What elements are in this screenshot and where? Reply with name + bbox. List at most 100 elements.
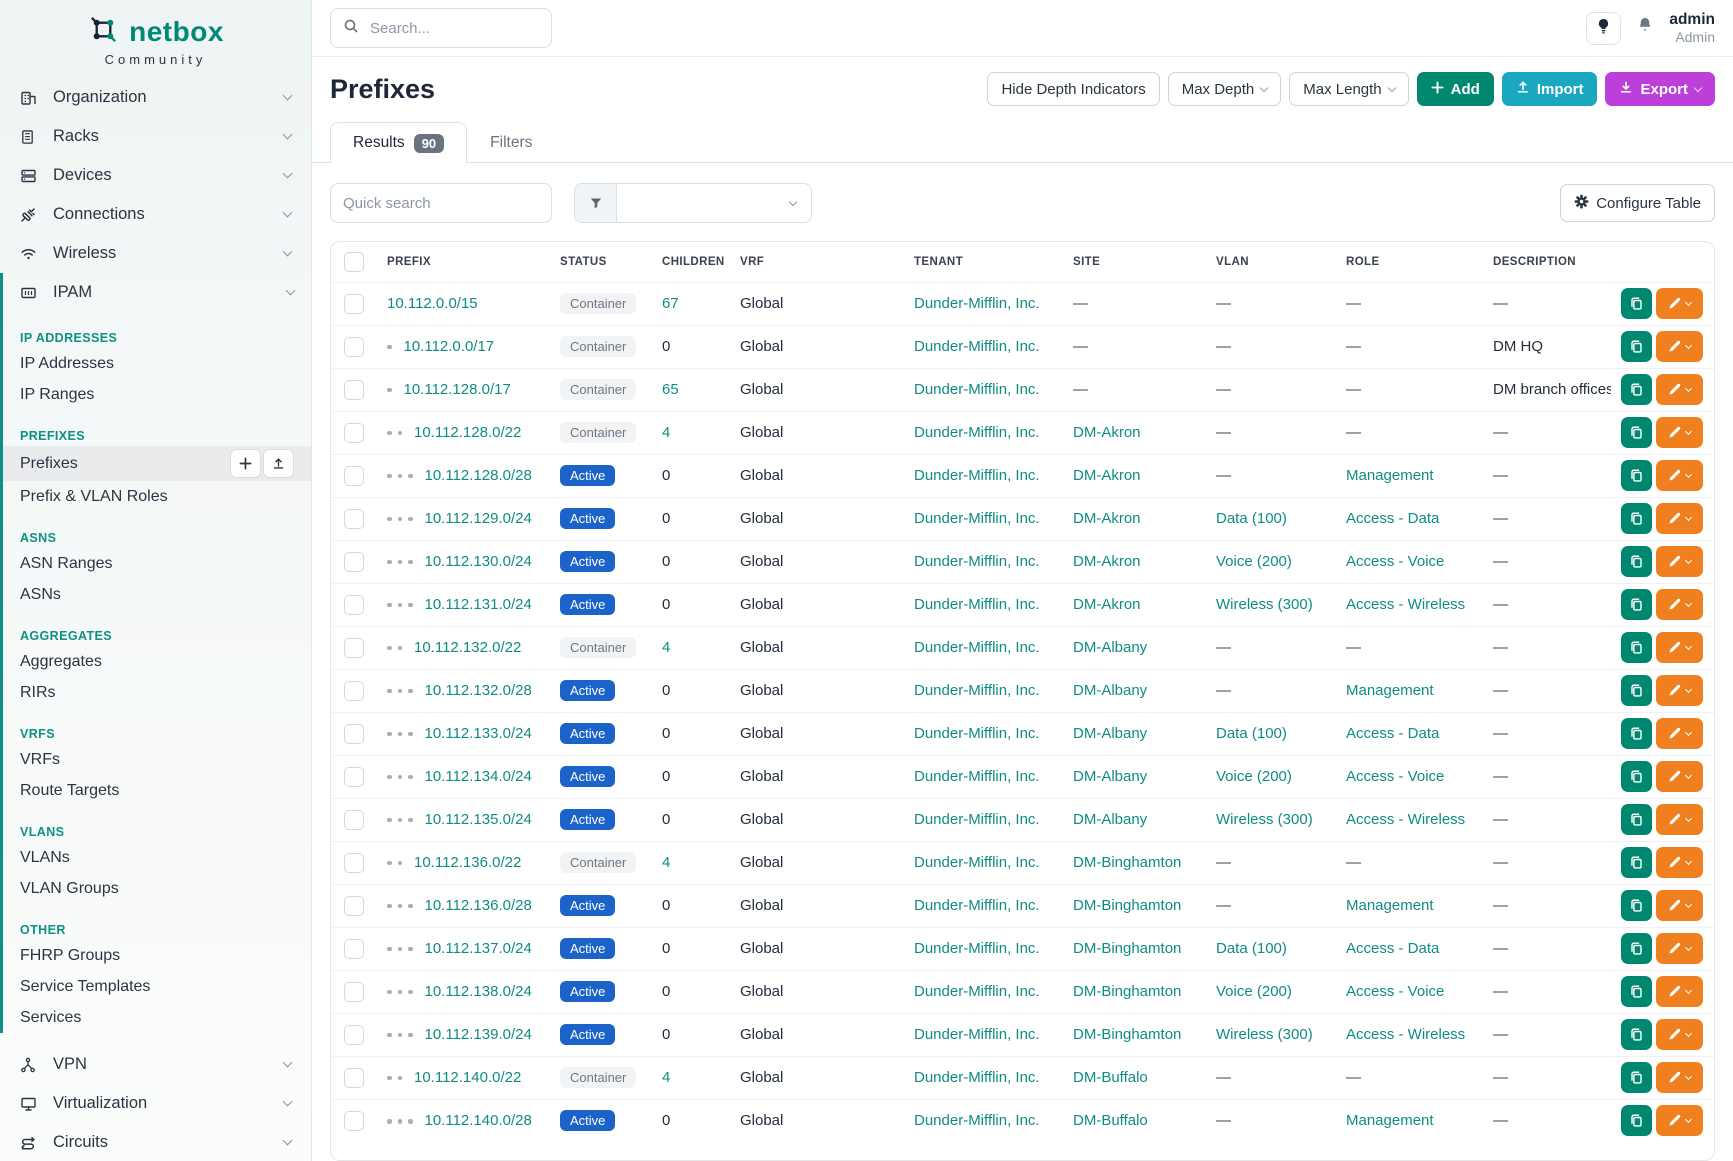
prefix-link[interactable]: 10.112.135.0/24 <box>425 811 532 828</box>
role-link[interactable]: Access - Wireless <box>1346 1026 1465 1043</box>
sidebar-item-service-templates[interactable]: Service Templates <box>3 971 311 1002</box>
prefix-link[interactable]: 10.112.0.0/17 <box>404 338 495 355</box>
tenant-link[interactable]: Dunder-Mifflin, Inc. <box>914 553 1040 570</box>
prefix-link[interactable]: 10.112.140.0/22 <box>414 1069 521 1086</box>
role-link[interactable]: Access - Data <box>1346 510 1439 527</box>
tenant-link[interactable]: Dunder-Mifflin, Inc. <box>914 510 1040 527</box>
prefix-link[interactable]: 10.112.131.0/24 <box>425 596 532 613</box>
edit-dropdown-button[interactable] <box>1656 374 1703 405</box>
row-checkbox[interactable] <box>344 810 364 830</box>
tab-filters[interactable]: Filters <box>467 122 555 163</box>
prefix-link[interactable]: 10.112.140.0/28 <box>425 1112 532 1129</box>
site-link[interactable]: DM-Akron <box>1073 467 1141 484</box>
tenant-link[interactable]: Dunder-Mifflin, Inc. <box>914 768 1040 785</box>
edit-dropdown-button[interactable] <box>1656 460 1703 491</box>
tenant-link[interactable]: Dunder-Mifflin, Inc. <box>914 338 1040 355</box>
add-button[interactable]: Add <box>1417 72 1494 106</box>
export-dropdown[interactable]: Export <box>1605 72 1715 106</box>
edit-dropdown-button[interactable] <box>1656 546 1703 577</box>
netbox-logo[interactable]: netbox Community <box>0 0 311 69</box>
row-checkbox[interactable] <box>344 380 364 400</box>
site-link[interactable]: DM-Binghamton <box>1073 897 1181 914</box>
vlan-link[interactable]: Data (100) <box>1216 510 1287 527</box>
edit-dropdown-button[interactable] <box>1656 1105 1703 1136</box>
prefix-link[interactable]: 10.112.137.0/24 <box>425 940 532 957</box>
quick-import-button[interactable] <box>263 449 294 478</box>
clone-button[interactable] <box>1621 417 1652 448</box>
tenant-link[interactable]: Dunder-Mifflin, Inc. <box>914 811 1040 828</box>
clone-button[interactable] <box>1621 847 1652 878</box>
clone-button[interactable] <box>1621 503 1652 534</box>
clone-button[interactable] <box>1621 890 1652 921</box>
edit-dropdown-button[interactable] <box>1656 804 1703 835</box>
tenant-link[interactable]: Dunder-Mifflin, Inc. <box>914 897 1040 914</box>
vlan-link[interactable]: Wireless (300) <box>1216 811 1313 828</box>
theme-toggle-button[interactable] <box>1586 12 1621 45</box>
site-link[interactable]: DM-Akron <box>1073 596 1141 613</box>
clone-button[interactable] <box>1621 546 1652 577</box>
row-checkbox[interactable] <box>344 337 364 357</box>
sidebar-item-asns[interactable]: ASNs <box>3 579 311 610</box>
edit-dropdown-button[interactable] <box>1656 718 1703 749</box>
tenant-link[interactable]: Dunder-Mifflin, Inc. <box>914 1026 1040 1043</box>
clone-button[interactable] <box>1621 718 1652 749</box>
prefix-link[interactable]: 10.112.139.0/24 <box>425 1026 532 1043</box>
tenant-link[interactable]: Dunder-Mifflin, Inc. <box>914 467 1040 484</box>
children-link[interactable]: 67 <box>662 295 679 312</box>
notifications-button[interactable] <box>1636 16 1654 40</box>
row-checkbox[interactable] <box>344 294 364 314</box>
prefix-link[interactable]: 10.112.138.0/24 <box>425 983 532 1000</box>
clone-button[interactable] <box>1621 933 1652 964</box>
tenant-link[interactable]: Dunder-Mifflin, Inc. <box>914 596 1040 613</box>
row-checkbox[interactable] <box>344 1111 364 1131</box>
tenant-link[interactable]: Dunder-Mifflin, Inc. <box>914 424 1040 441</box>
vlan-link[interactable]: Data (100) <box>1216 940 1287 957</box>
configure-table-button[interactable]: Configure Table <box>1560 184 1715 222</box>
row-checkbox[interactable] <box>344 595 364 615</box>
sidebar-item-vrfs[interactable]: VRFs <box>3 744 311 775</box>
row-checkbox[interactable] <box>344 767 364 787</box>
prefix-link[interactable]: 10.112.136.0/22 <box>414 854 521 871</box>
row-checkbox[interactable] <box>344 724 364 744</box>
role-link[interactable]: Management <box>1346 1112 1434 1129</box>
site-link[interactable]: DM-Binghamton <box>1073 854 1181 871</box>
children-link[interactable]: 4 <box>662 854 670 871</box>
site-link[interactable]: DM-Albany <box>1073 768 1147 785</box>
row-checkbox[interactable] <box>344 423 364 443</box>
max-length-dropdown[interactable]: Max Length <box>1289 72 1408 106</box>
edit-dropdown-button[interactable] <box>1656 933 1703 964</box>
vlan-link[interactable]: Voice (200) <box>1216 553 1292 570</box>
prefix-link[interactable]: 10.112.133.0/24 <box>425 725 532 742</box>
vlan-link[interactable]: Voice (200) <box>1216 983 1292 1000</box>
site-link[interactable]: DM-Albany <box>1073 811 1147 828</box>
row-checkbox[interactable] <box>344 552 364 572</box>
vlan-link[interactable]: Voice (200) <box>1216 768 1292 785</box>
import-button[interactable]: Import <box>1502 72 1598 106</box>
edit-dropdown-button[interactable] <box>1656 331 1703 362</box>
prefix-link[interactable]: 10.112.128.0/17 <box>404 381 511 398</box>
sidebar-item-virtualization[interactable]: Virtualization <box>0 1084 311 1123</box>
edit-dropdown-button[interactable] <box>1656 589 1703 620</box>
quick-search-input[interactable] <box>330 183 552 223</box>
clone-button[interactable] <box>1621 589 1652 620</box>
children-link[interactable]: 65 <box>662 381 679 398</box>
role-link[interactable]: Access - Data <box>1346 725 1439 742</box>
role-link[interactable]: Management <box>1346 467 1434 484</box>
edit-dropdown-button[interactable] <box>1656 761 1703 792</box>
clone-button[interactable] <box>1621 1062 1652 1093</box>
sidebar-item-fhrp-groups[interactable]: FHRP Groups <box>3 940 311 971</box>
edit-dropdown-button[interactable] <box>1656 1019 1703 1050</box>
tenant-link[interactable]: Dunder-Mifflin, Inc. <box>914 295 1040 312</box>
site-link[interactable]: DM-Binghamton <box>1073 940 1181 957</box>
site-link[interactable]: DM-Albany <box>1073 725 1147 742</box>
children-link[interactable]: 4 <box>662 424 670 441</box>
sidebar-item-rirs[interactable]: RIRs <box>3 677 311 708</box>
clone-button[interactable] <box>1621 976 1652 1007</box>
tenant-link[interactable]: Dunder-Mifflin, Inc. <box>914 854 1040 871</box>
sidebar-item-asn-ranges[interactable]: ASN Ranges <box>3 548 311 579</box>
sidebar-item-racks[interactable]: Racks <box>0 117 311 156</box>
global-search[interactable] <box>330 8 552 48</box>
edit-dropdown-button[interactable] <box>1656 1062 1703 1093</box>
clone-button[interactable] <box>1621 1105 1652 1136</box>
row-checkbox[interactable] <box>344 638 364 658</box>
